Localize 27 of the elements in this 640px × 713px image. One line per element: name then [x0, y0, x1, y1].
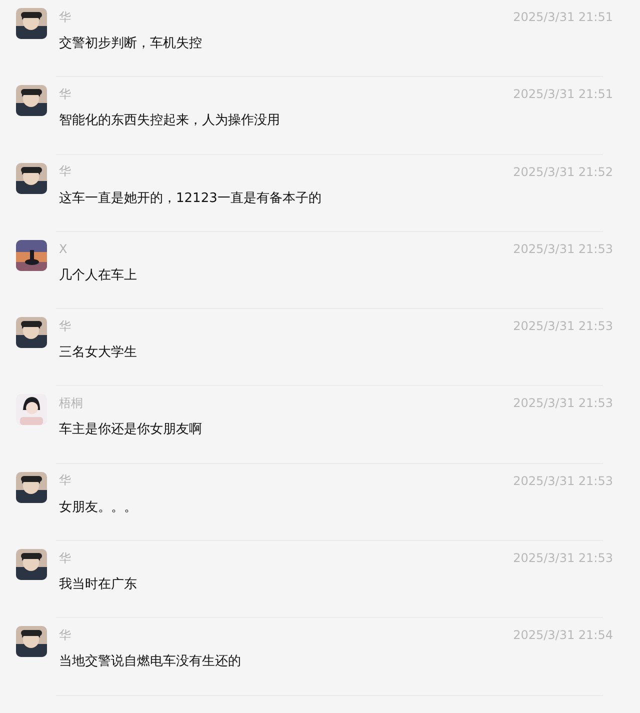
- timestamp: 2025/3/31 21:53: [513, 242, 613, 256]
- message-text: 三名女大学生: [59, 344, 138, 362]
- timestamp: 2025/3/31 21:54: [513, 628, 613, 642]
- timestamp: 2025/3/31 21:53: [513, 474, 613, 488]
- sender-name: 华: [59, 163, 71, 180]
- sender-name: 华: [59, 8, 71, 26]
- message-text: 交警初步判断，车机失控: [59, 35, 203, 52]
- sender-name: 华: [59, 550, 71, 567]
- sender-name: 华: [59, 626, 71, 644]
- timestamp: 2025/3/31 21:53: [513, 396, 613, 410]
- timestamp: 2025/3/31 21:52: [513, 164, 613, 179]
- message-text: 女朋友。。。: [59, 498, 138, 516]
- timestamp: 2025/3/31 21:51: [513, 87, 613, 102]
- sender-name: X: [59, 242, 68, 256]
- message-text: 几个人在车上: [59, 266, 138, 284]
- message-text: 我当时在广东: [59, 576, 138, 594]
- message-text: 当地交警说自燃电车没有生还的: [59, 653, 242, 670]
- sender-name: 梧桐: [59, 394, 83, 412]
- timestamp: 2025/3/31 21:51: [513, 10, 613, 24]
- message-text: 这车一直是她开的，12123一直是有备本子的: [59, 190, 322, 207]
- sender-name: 华: [59, 86, 71, 103]
- sender-name: 华: [59, 472, 71, 490]
- timestamp: 2025/3/31 21:53: [513, 551, 613, 566]
- message-text: 智能化的东西失控起来，人为操作没用: [59, 112, 281, 130]
- message-text: 车主是你还是你女朋友啊: [59, 421, 203, 438]
- sender-name: 华: [59, 318, 71, 335]
- timestamp: 2025/3/31 21:53: [513, 319, 613, 334]
